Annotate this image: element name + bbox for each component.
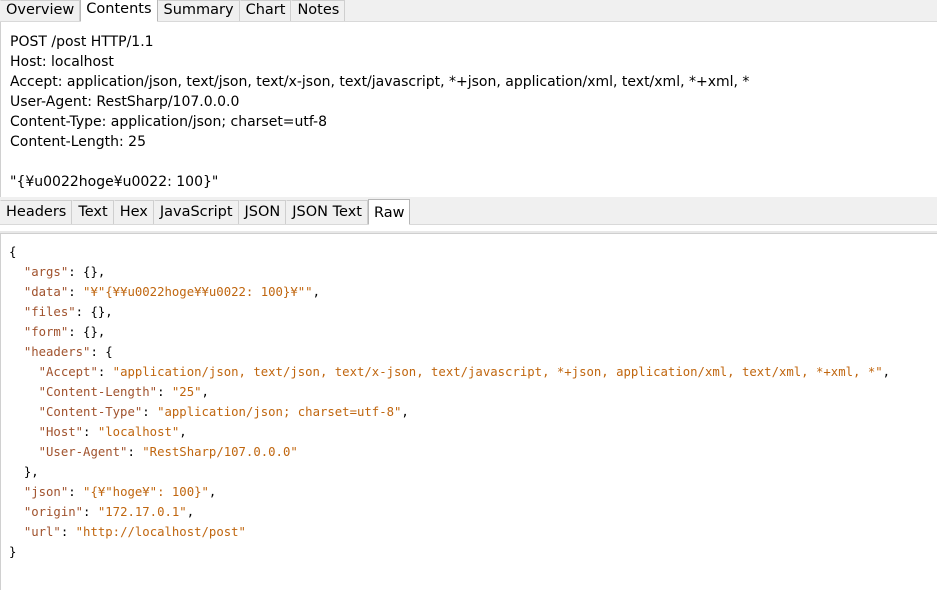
tab-hex[interactable]: Hex: [113, 200, 154, 224]
json-key: "files": [23, 305, 76, 319]
request-line: Content-Type: application/json; charset=…: [10, 114, 328, 130]
json-line: "Content-Length": "25",: [38, 385, 209, 399]
json-key: "Content-Type": [38, 405, 143, 419]
json-line: "Content-Type": "application/json; chars…: [38, 405, 409, 419]
request-line: Host: localhost: [10, 54, 114, 70]
json-line: },: [23, 465, 39, 479]
tab-json[interactable]: JSON: [238, 200, 287, 224]
json-key: "args": [23, 265, 69, 279]
json-key: "Content-Length": [38, 385, 158, 399]
json-line: "origin": "172.17.0.1",: [23, 505, 195, 519]
json-value: "172.17.0.1": [97, 505, 187, 519]
response-raw-pane[interactable]: { "args": {}, "data": "¥"{¥¥u0022hoge¥¥u…: [0, 234, 937, 590]
tab-javascript[interactable]: JavaScript: [153, 200, 239, 224]
request-line: Content-Length: 25: [10, 134, 147, 150]
json-value: "application/json; charset=utf-8": [157, 405, 402, 419]
json-value: "localhost": [97, 425, 180, 439]
tab-raw[interactable]: Raw: [367, 199, 411, 225]
tab-summary[interactable]: Summary: [157, 0, 240, 21]
json-value: "¥"{¥¥u0022hoge¥¥u0022: 100}¥"": [83, 285, 313, 299]
json-line: "data": "¥"{¥¥u0022hoge¥¥u0022: 100}¥"",: [23, 285, 320, 299]
json-line: "Accept": "application/json, text/json, …: [38, 365, 891, 379]
json-line: "headers": {: [23, 345, 113, 359]
request-line: POST /post HTTP/1.1: [10, 34, 154, 50]
json-line: "args": {},: [23, 265, 106, 279]
request-text-pane[interactable]: POST /post HTTP/1.1 Host: localhost Acce…: [0, 22, 937, 197]
json-key: "data": [23, 285, 69, 299]
request-body-line: "{¥u0022hoge¥u0022: 100}": [10, 174, 219, 190]
json-value: "http://localhost/post": [75, 525, 246, 539]
tab-overview[interactable]: Overview: [0, 0, 81, 21]
tab-headers[interactable]: Headers: [0, 200, 73, 224]
json-line: "url": "http://localhost/post": [23, 525, 246, 539]
json-key: "form": [23, 325, 69, 339]
json-key: "headers": [23, 345, 91, 359]
json-value: "{¥"hoge¥": 100}": [83, 485, 209, 499]
json-key: "User-Agent": [38, 445, 128, 459]
tab-notes[interactable]: Notes: [291, 0, 346, 21]
json-value: "25": [171, 385, 202, 399]
json-line: "Host": "localhost",: [38, 425, 187, 439]
json-line: "User-Agent": "RestSharp/107.0.0.0": [38, 445, 298, 459]
tab-chart[interactable]: Chart: [239, 0, 292, 21]
request-line: Accept: application/json, text/json, tex…: [10, 74, 750, 90]
json-line: "form": {},: [23, 325, 106, 339]
json-line: {: [9, 245, 17, 259]
tab-json-text[interactable]: JSON Text: [286, 200, 368, 224]
json-key: "url": [23, 525, 61, 539]
json-line: "json": "{¥"hoge¥": 100}",: [23, 485, 217, 499]
json-value: "RestSharp/107.0.0.0": [142, 445, 298, 459]
json-key: "origin": [23, 505, 84, 519]
json-line: }: [9, 545, 17, 559]
request-line: User-Agent: RestSharp/107.0.0.0: [10, 94, 240, 110]
json-key: "json": [23, 485, 69, 499]
tab-contents[interactable]: Contents: [80, 0, 158, 22]
json-line: "files": {},: [23, 305, 113, 319]
json-key: "Accept": [38, 365, 98, 379]
tab-text[interactable]: Text: [72, 200, 114, 224]
json-key: "Host": [38, 425, 84, 439]
json-value: "application/json, text/json, text/x-jso…: [112, 365, 883, 379]
top-tab-bar: Overview Contents Summary Chart Notes: [0, 0, 937, 22]
response-tab-bar: Headers Text Hex JavaScript JSON JSON Te…: [0, 197, 937, 225]
